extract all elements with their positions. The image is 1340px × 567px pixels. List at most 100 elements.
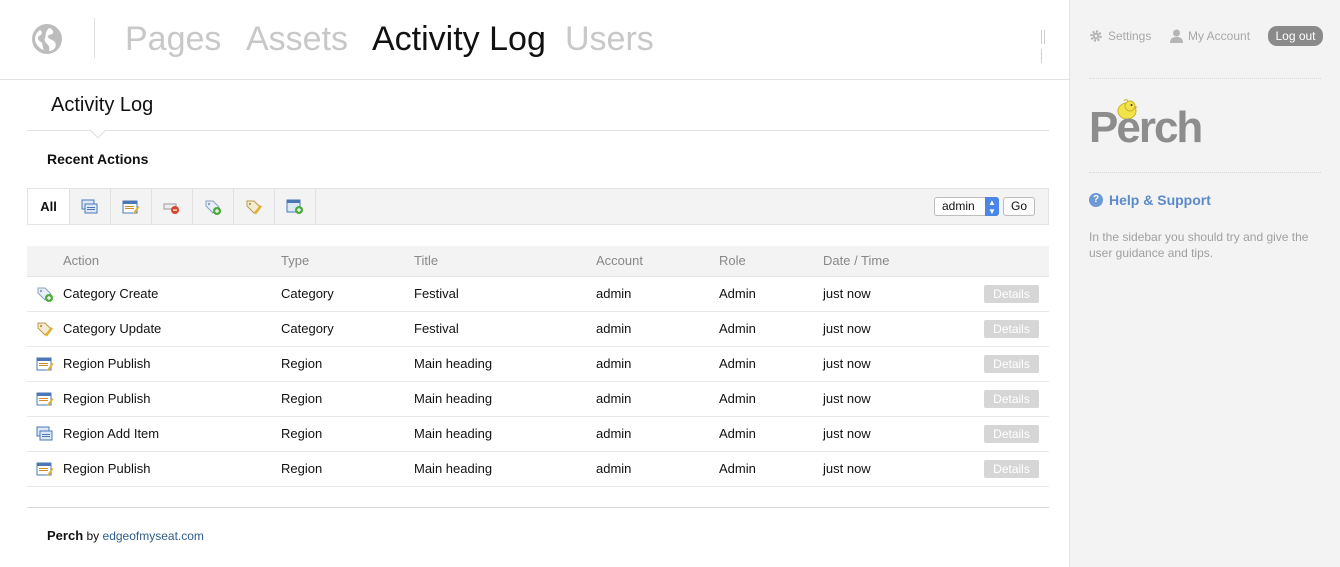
app-window: Pages Assets Activity Log Users Settings… bbox=[0, 0, 1340, 567]
column-header-details bbox=[983, 246, 1049, 277]
filter-tab-all[interactable]: All bbox=[28, 189, 70, 224]
details-cell: Details bbox=[983, 381, 1049, 417]
details-cell: Details bbox=[983, 311, 1049, 347]
nav-activity-log[interactable]: Activity Log bbox=[372, 18, 546, 60]
globe-icon[interactable] bbox=[31, 23, 63, 55]
details-button[interactable]: Details bbox=[984, 389, 1039, 408]
region-publish-icon bbox=[36, 392, 54, 406]
role-cell: Admin bbox=[719, 451, 823, 487]
nav-assets[interactable]: Assets bbox=[246, 18, 348, 60]
help-icon: ? bbox=[1089, 193, 1103, 207]
go-button[interactable]: Go bbox=[1003, 197, 1035, 216]
logout-button[interactable]: Log out bbox=[1268, 26, 1323, 46]
category-create-icon bbox=[205, 200, 221, 215]
gear-icon bbox=[1090, 30, 1102, 42]
action-cell: Region Publish bbox=[27, 381, 281, 417]
account-cell: admin bbox=[596, 416, 719, 452]
filter-tab-region-publish[interactable] bbox=[111, 189, 152, 224]
details-button[interactable]: Details bbox=[984, 424, 1039, 443]
my-account-link[interactable]: My Account bbox=[1170, 29, 1250, 43]
table-row[interactable]: Category Update Category Festival admin … bbox=[27, 311, 1049, 347]
filter-bar: All admin ▲ ▼ Go bbox=[27, 188, 1049, 225]
role-select-value: admin bbox=[942, 199, 975, 213]
region-delete-icon bbox=[163, 203, 179, 214]
user-icon bbox=[1170, 29, 1183, 43]
footer-by: by bbox=[86, 529, 100, 543]
role-cell: Admin bbox=[719, 416, 823, 452]
title-cell: Main heading bbox=[414, 416, 596, 452]
table-row[interactable]: Region Publish Region Main heading admin… bbox=[27, 451, 1049, 487]
column-header-type[interactable]: Type bbox=[281, 246, 414, 277]
title-cell: Festival bbox=[414, 276, 596, 312]
filter-tab-region-add-item[interactable] bbox=[70, 189, 111, 224]
role-cell: Admin bbox=[719, 346, 823, 382]
date-cell: just now bbox=[823, 311, 983, 347]
nav-users[interactable]: Users bbox=[565, 18, 654, 60]
footer-link[interactable]: edgeofmyseat.com bbox=[103, 529, 204, 543]
region-add-item-icon bbox=[81, 199, 98, 213]
details-cell: Details bbox=[983, 346, 1049, 382]
category-update-icon bbox=[37, 322, 53, 336]
sidebar-divider bbox=[1089, 172, 1321, 173]
date-cell: just now bbox=[823, 346, 983, 382]
column-header-date-time[interactable]: Date / Time bbox=[823, 246, 983, 277]
title-cell: Main heading bbox=[414, 346, 596, 382]
action-label: Region Add Item bbox=[63, 426, 160, 441]
table-row[interactable]: Region Publish Region Main heading admin… bbox=[27, 346, 1049, 382]
action-cell: Category Update bbox=[27, 311, 281, 347]
column-header-action[interactable]: Action bbox=[27, 246, 281, 277]
account-cell: admin bbox=[596, 451, 719, 487]
help-support-label: Help & Support bbox=[1109, 192, 1211, 208]
my-account-label: My Account bbox=[1188, 29, 1251, 43]
column-header-account[interactable]: Account bbox=[596, 246, 719, 277]
account-cell: admin bbox=[596, 311, 719, 347]
action-label: Category Create bbox=[63, 286, 159, 301]
details-button[interactable]: Details bbox=[984, 319, 1039, 338]
date-cell: just now bbox=[823, 451, 983, 487]
details-button[interactable]: Details bbox=[984, 284, 1039, 303]
filter-tab-region-delete[interactable] bbox=[152, 189, 193, 224]
column-header-role[interactable]: Role bbox=[719, 246, 823, 277]
sidebar-resize-handle[interactable] bbox=[1041, 30, 1049, 63]
type-cell: Category bbox=[281, 276, 414, 312]
role-cell: Admin bbox=[719, 276, 823, 312]
activity-table: Action Type Title Account Role Date / Ti… bbox=[27, 246, 1049, 487]
type-cell: Region bbox=[281, 381, 414, 417]
top-navigation: Pages Assets Activity Log Users bbox=[0, 0, 1069, 80]
filter-tab-category-update[interactable] bbox=[234, 189, 275, 224]
details-button[interactable]: Details bbox=[984, 354, 1039, 373]
title-cell: Main heading bbox=[414, 451, 596, 487]
category-update-icon bbox=[246, 200, 262, 214]
title-notch bbox=[89, 121, 107, 139]
column-header-title[interactable]: Title bbox=[414, 246, 596, 277]
type-cell: Region bbox=[281, 416, 414, 452]
table-row[interactable]: Region Add Item Region Main heading admi… bbox=[27, 416, 1049, 452]
date-cell: just now bbox=[823, 381, 983, 417]
region-publish-icon bbox=[36, 462, 54, 476]
help-support-heading[interactable]: ? Help & Support bbox=[1089, 192, 1211, 208]
type-cell: Category bbox=[281, 311, 414, 347]
nav-pages[interactable]: Pages bbox=[125, 18, 221, 60]
details-cell: Details bbox=[983, 416, 1049, 452]
details-button[interactable]: Details bbox=[984, 459, 1039, 478]
footer: Perch by edgeofmyseat.com bbox=[47, 528, 204, 543]
footer-divider bbox=[27, 507, 1049, 508]
sidebar: Settings My Account Log out Perch ? Help… bbox=[1069, 0, 1340, 567]
details-cell: Details bbox=[983, 451, 1049, 487]
action-label: Region Publish bbox=[63, 356, 151, 371]
action-label: Region Publish bbox=[63, 391, 151, 406]
help-text: In the sidebar you should try and give t… bbox=[1089, 230, 1309, 260]
chevron-updown-icon: ▲ ▼ bbox=[985, 197, 999, 216]
role-select[interactable]: admin ▲ ▼ bbox=[934, 197, 999, 216]
filter-tab-category-create[interactable] bbox=[193, 189, 234, 224]
page-create-icon bbox=[286, 199, 303, 214]
table-row[interactable]: Category Create Category Festival admin … bbox=[27, 276, 1049, 312]
settings-label: Settings bbox=[1108, 29, 1152, 43]
table-row[interactable]: Region Publish Region Main heading admin… bbox=[27, 381, 1049, 417]
settings-link[interactable]: Settings bbox=[1089, 29, 1151, 43]
type-cell: Region bbox=[281, 451, 414, 487]
filter-tab-page-create[interactable] bbox=[275, 189, 316, 224]
account-cell: admin bbox=[596, 381, 719, 417]
category-create-icon bbox=[37, 287, 53, 302]
footer-brand: Perch bbox=[47, 528, 84, 543]
